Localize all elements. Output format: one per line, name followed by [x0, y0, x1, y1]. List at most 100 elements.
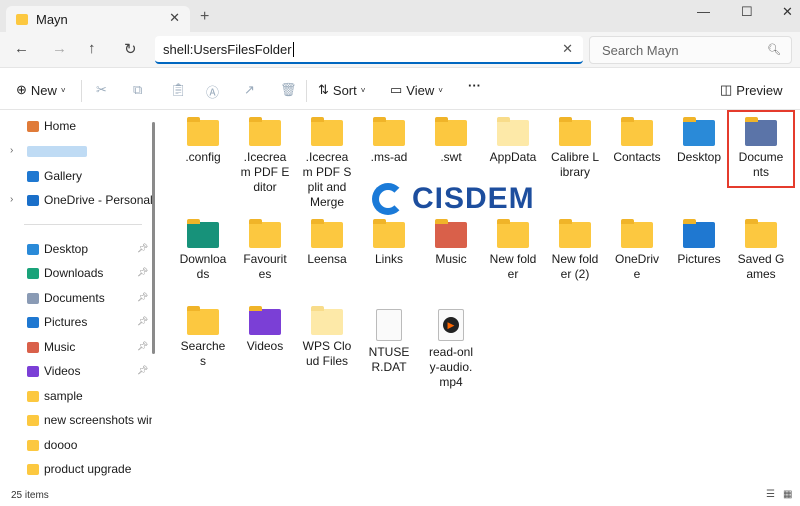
- plus-circle-icon: ⊕: [16, 82, 27, 97]
- sidebar-item[interactable]: new screenshots windows: [27, 410, 152, 430]
- clear-icon[interactable]: ✕: [562, 41, 573, 57]
- file-item[interactable]: Contacts: [606, 112, 668, 165]
- expand-chevron-icon[interactable]: ›: [10, 145, 13, 156]
- forward-icon[interactable]: →: [52, 40, 67, 57]
- sidebar-item-icon: [27, 194, 39, 206]
- minimize-button[interactable]: —: [697, 4, 710, 19]
- sidebar-scrollbar[interactable]: [152, 122, 155, 354]
- file-item[interactable]: .Icecream PDF Split and Merge: [296, 112, 358, 210]
- navigation-pane: Home Gallery OneDrive - Personal Desktop 📌︎ D…: [0, 111, 160, 483]
- sidebar-item[interactable]: doooo: [27, 435, 152, 455]
- command-bar: ⊕ New ˅ ✂ ⧉ 📋︎ Ⓐ ↗ 🗑︎ ⇅ Sort ˅ ▭ View ˅ ··· ◫ P…: [0, 68, 800, 110]
- rename-icon[interactable]: Ⓐ: [206, 82, 219, 101]
- folder-icon: [621, 219, 653, 248]
- sidebar-item-icon: [27, 365, 39, 377]
- preview-button[interactable]: ◫ Preview: [720, 82, 783, 98]
- pin-icon: 📌︎: [137, 292, 149, 302]
- file-item-label: Downloads: [179, 252, 227, 281]
- folder-icon: [435, 219, 467, 248]
- close-window-button[interactable]: ✕: [782, 4, 793, 20]
- file-item[interactable]: .swt: [420, 112, 482, 165]
- file-item[interactable]: .config: [172, 112, 234, 165]
- file-item[interactable]: OneDrive: [606, 214, 668, 282]
- file-item-label: .Icecream PDF Split and Merge: [302, 150, 352, 209]
- preview-pane-icon: ◫: [720, 82, 733, 97]
- address-bar[interactable]: shell:UsersFilesFolder ✕: [155, 36, 583, 64]
- search-input[interactable]: Search Mayn 🔍︎: [589, 36, 792, 64]
- refresh-icon[interactable]: ↻: [124, 40, 137, 58]
- file-item[interactable]: Searches: [172, 301, 234, 369]
- file-item[interactable]: New folder (2): [544, 214, 606, 282]
- sort-icon: ⇅: [318, 82, 329, 97]
- folder-icon: [559, 117, 591, 146]
- sidebar-item[interactable]: Gallery: [27, 166, 152, 186]
- folder-icon: [683, 117, 715, 146]
- file-item[interactable]: Music: [420, 214, 482, 267]
- file-item[interactable]: Links: [358, 214, 420, 267]
- sidebar-item-label: Gallery: [44, 169, 83, 183]
- file-item-label: read-only-audio.mp4: [428, 345, 474, 389]
- file-item-label: Favourites: [243, 252, 287, 281]
- folder-icon: [745, 219, 777, 248]
- folder-icon: [373, 117, 405, 146]
- folder-icon: [311, 117, 343, 146]
- file-item[interactable]: Desktop: [668, 112, 730, 165]
- address-text: shell:UsersFilesFolder: [163, 42, 292, 57]
- file-item[interactable]: .ms-ad: [358, 112, 420, 165]
- file-item[interactable]: ▶ read-only-audio.mp4: [420, 301, 482, 390]
- paste-icon[interactable]: 📋︎: [170, 82, 187, 98]
- sidebar-item-icon: [27, 390, 39, 402]
- file-item[interactable]: .Icecream PDF Editor: [234, 112, 296, 195]
- sidebar-item-icon: [27, 463, 39, 475]
- view-button[interactable]: ▭ View ˅: [390, 82, 443, 98]
- sidebar-item[interactable]: Music: [27, 337, 152, 357]
- cut-icon[interactable]: ✂: [96, 82, 107, 98]
- expand-chevron-icon[interactable]: ›: [10, 194, 13, 205]
- sidebar-item[interactable]: Documents: [27, 288, 152, 308]
- file-item[interactable]: AppData: [482, 112, 544, 165]
- sidebar-item[interactable]: [27, 141, 152, 161]
- file-item[interactable]: Downloads: [172, 214, 234, 282]
- title-bar: Mayn ✕ + — ☐ ✕: [0, 0, 800, 32]
- sidebar-item[interactable]: Home: [27, 116, 152, 136]
- maximize-button[interactable]: ☐: [741, 4, 753, 20]
- up-icon[interactable]: ↑: [88, 40, 96, 57]
- sidebar-item[interactable]: OneDrive - Personal: [27, 190, 152, 210]
- file-item[interactable]: Videos: [234, 301, 296, 354]
- file-item-label: Saved Games: [737, 252, 785, 281]
- sidebar-item[interactable]: Desktop: [27, 239, 152, 259]
- delete-icon[interactable]: 🗑︎: [280, 82, 297, 98]
- file-item-label: New folder: [489, 252, 537, 281]
- file-item-label: .Icecream PDF Editor: [240, 150, 290, 194]
- copy-icon[interactable]: ⧉: [133, 82, 142, 98]
- details-view-icon[interactable]: ☰: [766, 489, 775, 500]
- folder-icon: [187, 117, 219, 146]
- new-tab-button[interactable]: +: [200, 8, 209, 26]
- file-item[interactable]: New folder: [482, 214, 544, 282]
- sidebar-item[interactable]: product upgrade: [27, 459, 152, 479]
- sidebar-item[interactable]: sample: [27, 386, 152, 406]
- close-tab-icon[interactable]: ✕: [169, 10, 180, 26]
- view-label: View: [406, 82, 435, 98]
- new-button[interactable]: ⊕ New ˅: [16, 82, 66, 98]
- sidebar-item[interactable]: Pictures: [27, 312, 152, 332]
- file-item[interactable]: Leensa: [296, 214, 358, 267]
- file-item[interactable]: Pictures: [668, 214, 730, 267]
- file-item[interactable]: Favourites: [234, 214, 296, 282]
- sort-button[interactable]: ⇅ Sort ˅: [318, 82, 365, 98]
- file-item[interactable]: NTUSER.DAT: [358, 301, 420, 375]
- share-icon[interactable]: ↗: [244, 82, 255, 98]
- tab-mayn[interactable]: Mayn ✕: [6, 6, 190, 32]
- tiles-view-icon[interactable]: ▦: [783, 489, 792, 500]
- back-icon[interactable]: ←: [14, 40, 29, 57]
- file-item-label: Music: [435, 252, 467, 266]
- file-item[interactable]: Calibre Library: [544, 112, 606, 180]
- file-item[interactable]: WPS Cloud Files: [296, 301, 358, 369]
- sidebar-item[interactable]: Downloads: [27, 263, 152, 283]
- pin-icon: 📌︎: [137, 316, 149, 326]
- folder-icon: [497, 219, 529, 248]
- sidebar-item[interactable]: Videos: [27, 361, 152, 381]
- sidebar-item-icon: [27, 120, 39, 132]
- more-options-button[interactable]: ···: [468, 78, 481, 93]
- file-item[interactable]: Saved Games: [730, 214, 792, 282]
